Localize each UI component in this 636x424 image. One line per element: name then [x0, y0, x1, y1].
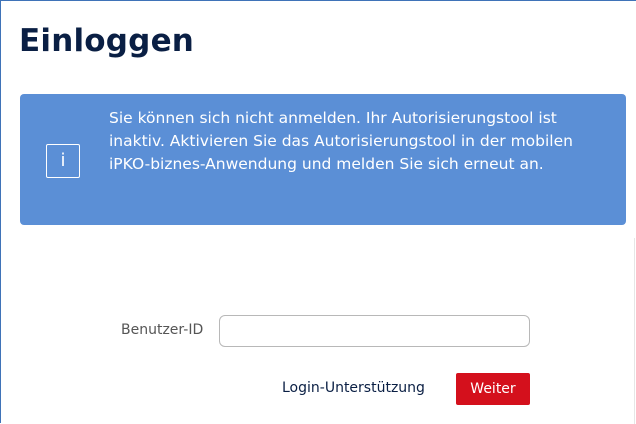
- login-page: Einloggen i Sie können sich nicht anmeld…: [0, 0, 636, 424]
- userid-input[interactable]: [219, 315, 530, 347]
- error-alert: i Sie können sich nicht anmelden. Ihr Au…: [20, 94, 626, 225]
- page-title: Einloggen: [19, 23, 195, 59]
- divider: [634, 238, 635, 424]
- login-support-link[interactable]: Login-Unterstützung: [282, 379, 425, 397]
- userid-label: Benutzer-ID: [121, 322, 204, 338]
- continue-button[interactable]: Weiter: [456, 373, 530, 405]
- alert-message: Sie können sich nicht anmelden. Ihr Auto…: [109, 109, 573, 173]
- info-icon: i: [46, 144, 80, 178]
